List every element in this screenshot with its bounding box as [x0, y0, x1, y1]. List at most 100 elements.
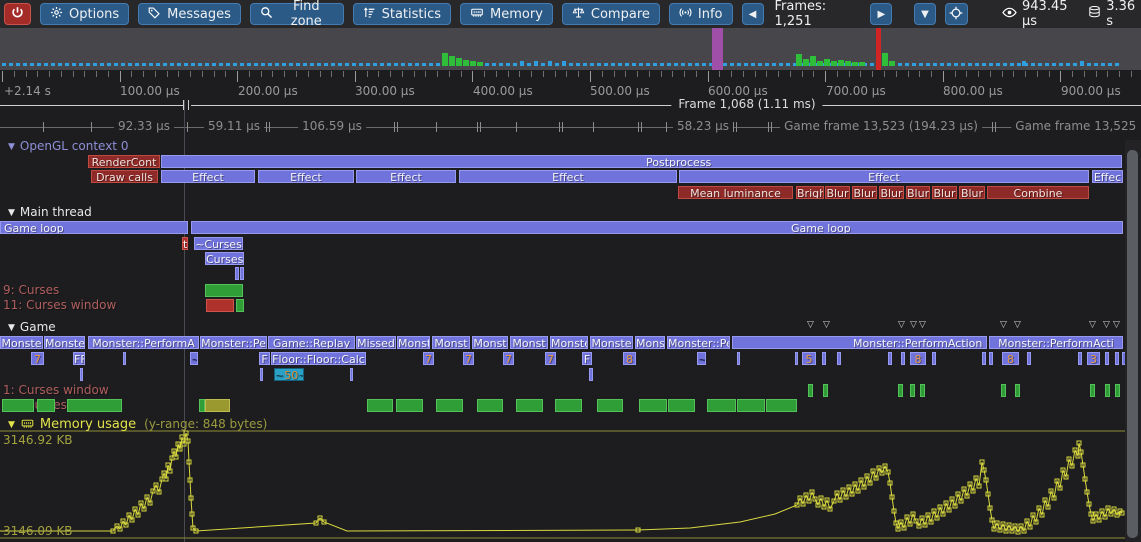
zone[interactable] [920, 384, 925, 397]
message-marker-icon[interactable]: ▽ [1089, 321, 1096, 330]
frame-sep-label[interactable]: 59.11 μs [204, 119, 264, 133]
frame-sep-label[interactable]: 106.59 μs [298, 119, 366, 133]
zone[interactable] [1115, 384, 1120, 397]
zone[interactable] [898, 384, 903, 397]
zone[interactable]: Monster::Pe [667, 336, 730, 349]
zone[interactable] [367, 399, 393, 412]
zone[interactable]: Missed [356, 336, 396, 349]
compare-button[interactable]: Compare [562, 3, 660, 25]
message-marker-icon[interactable]: ▽ [1014, 321, 1021, 330]
zone[interactable] [1090, 384, 1095, 397]
zone[interactable] [808, 384, 813, 397]
zone[interactable] [235, 267, 239, 280]
frame-sep-label[interactable]: 58.23 μs [673, 119, 733, 133]
zone[interactable]: ti [182, 237, 188, 250]
zone[interactable] [1015, 384, 1020, 397]
zone[interactable] [597, 399, 623, 412]
zone[interactable]: FF [73, 352, 85, 365]
zone[interactable]: 8 [910, 352, 926, 365]
zone[interactable] [80, 368, 83, 381]
zone[interactable]: Curses [205, 252, 244, 265]
zone[interactable]: ~ [697, 352, 706, 365]
zone[interactable] [639, 399, 667, 412]
zone[interactable]: Game loop [0, 221, 188, 234]
section-header[interactable]: ▼OpenGL context 0 [8, 139, 128, 153]
message-marker-icon[interactable]: ▽ [1113, 321, 1120, 330]
zone[interactable]: Monst [510, 336, 548, 349]
zone[interactable] [822, 352, 826, 365]
zone[interactable]: 3 [1087, 352, 1100, 365]
zone[interactable] [1001, 384, 1006, 397]
message-marker-icon[interactable]: ▽ [807, 321, 814, 330]
prev-frame-button[interactable]: ◀ [742, 3, 764, 25]
zone[interactable]: Postprocess [161, 155, 1122, 168]
message-marker-icon[interactable]: ▽ [919, 321, 926, 330]
zone[interactable]: RenderCont [88, 155, 160, 168]
frame-sep-label[interactable]: Game frame 13,523 (194.23 μs) [780, 119, 982, 133]
zone[interactable]: Monster::Pe [200, 336, 267, 349]
collapse-triangle-icon[interactable]: ▼ [8, 420, 15, 430]
zone[interactable] [236, 299, 244, 312]
zone[interactable]: Mons [635, 336, 665, 349]
zone[interactable] [67, 399, 122, 412]
zone[interactable]: Blur [879, 186, 904, 199]
memory-section-header[interactable]: ▼Memory usage(y-range: 848 bytes) [8, 417, 267, 433]
zone[interactable]: F [582, 352, 592, 365]
zone[interactable]: Mean luminance [678, 186, 793, 199]
message-marker-icon[interactable]: ▽ [898, 321, 905, 330]
zone[interactable]: 5 [802, 352, 816, 365]
zone[interactable] [737, 352, 740, 365]
zone[interactable]: ~Curses [194, 237, 243, 250]
zone[interactable]: Combine [987, 186, 1089, 199]
zone[interactable] [37, 399, 55, 412]
zone[interactable] [589, 368, 593, 381]
zone[interactable]: Floor::Floor::Calc [271, 352, 366, 365]
memory-button[interactable]: Memory [460, 3, 553, 25]
zone[interactable]: ~ [190, 352, 198, 365]
zone[interactable] [737, 399, 765, 412]
zone[interactable] [837, 352, 841, 365]
frame-set-dropdown-button[interactable]: ▼ [914, 3, 936, 25]
zone[interactable]: Monst [432, 336, 470, 349]
zone[interactable] [2, 399, 34, 412]
goto-frame-button[interactable] [945, 3, 968, 25]
zone[interactable]: Monster::PerformActi [989, 336, 1123, 349]
zone[interactable]: Monste [590, 336, 633, 349]
zone[interactable]: Effect [459, 170, 677, 183]
zone[interactable]: Effec [1092, 170, 1123, 183]
zone[interactable]: Game loop [191, 221, 1123, 234]
find-zone-button[interactable]: Find zone [250, 3, 344, 25]
zone[interactable]: 8 [1002, 352, 1019, 365]
zone[interactable]: Monster::PerformA [88, 336, 199, 349]
zone[interactable] [932, 352, 936, 365]
zone[interactable] [795, 352, 798, 365]
zone[interactable] [1105, 352, 1109, 365]
zone[interactable] [982, 352, 986, 365]
zone[interactable] [888, 352, 892, 365]
zone[interactable]: Monster::PerformAction [732, 336, 987, 349]
zone[interactable]: 7 [31, 352, 44, 365]
frame-duration-label[interactable]: Frame 1,068 (1.11 ms) [671, 97, 822, 111]
zone[interactable] [989, 352, 993, 365]
zone[interactable] [206, 299, 234, 312]
collapse-triangle-icon[interactable]: ▼ [8, 208, 15, 218]
zone[interactable]: Draw calls [91, 170, 158, 183]
zone[interactable]: 7 [423, 352, 434, 365]
statistics-button[interactable]: Statistics [353, 3, 451, 25]
zone[interactable] [1027, 352, 1031, 365]
section-header[interactable]: ▼Main thread [8, 205, 92, 219]
next-frame-button[interactable]: ▶ [870, 3, 892, 25]
zone[interactable] [823, 384, 828, 397]
zone[interactable]: Blur [932, 186, 957, 199]
zone[interactable]: Monste [44, 336, 85, 349]
zone[interactable] [396, 399, 423, 412]
zone[interactable]: Brigh [796, 186, 824, 199]
zone[interactable] [1115, 352, 1119, 365]
messages-button[interactable]: Messages [138, 3, 241, 25]
zone[interactable] [766, 399, 797, 412]
zone[interactable] [668, 399, 695, 412]
zone[interactable]: 7 [545, 352, 556, 365]
zone[interactable]: Effect [161, 170, 255, 183]
memory-usage-graph[interactable] [0, 0, 1141, 542]
collapse-triangle-icon[interactable]: ▼ [8, 142, 15, 152]
